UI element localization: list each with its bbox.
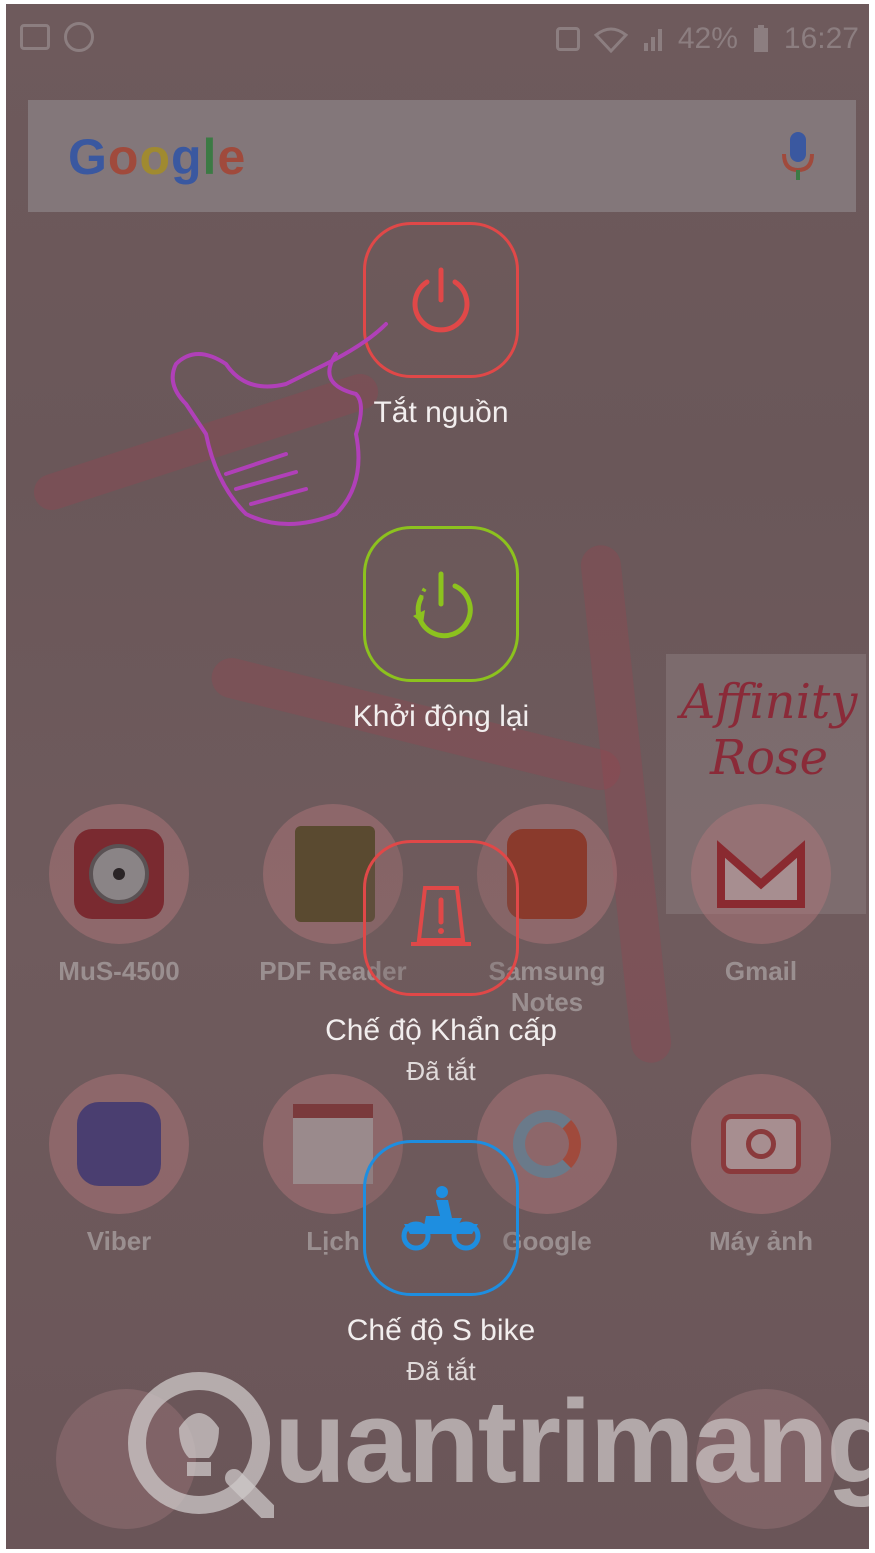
motorbike-icon [401, 1186, 481, 1251]
sbike-mode-label: Chế độ S bike [346, 1314, 536, 1347]
status-left-icons [20, 22, 94, 52]
app-viber[interactable]: Viber [44, 1074, 194, 1257]
script-line-1: Affinity [680, 674, 858, 730]
wifi-icon [593, 27, 628, 53]
app-gmail[interactable]: Gmail [686, 804, 836, 987]
camera-lens-icon [49, 804, 189, 944]
status-right: 42% 16:27 [555, 22, 859, 56]
emergency-mode-status: Đã tắt [406, 1056, 476, 1086]
app-label: MuS-4500 [58, 956, 180, 986]
camera-icon [691, 1074, 831, 1214]
watermark: uantrimang [124, 1372, 869, 1518]
power-icon [412, 267, 470, 333]
watermark-text: uantrimang [274, 1376, 869, 1508]
sbike-mode-button[interactable] [363, 1140, 519, 1296]
script-line-2: Rose [709, 730, 829, 786]
app-mus4500[interactable]: MuS-4500 [44, 804, 194, 987]
restart-icon [413, 571, 473, 639]
clock: 16:27 [783, 22, 859, 55]
app-label: Máy ảnh [708, 1226, 814, 1256]
viber-icon [49, 1074, 189, 1214]
sbike-mode-option[interactable]: Chế độ S bike Đã tắt [306, 1140, 576, 1387]
lightbulb-logo-icon [128, 1372, 274, 1518]
app-camera[interactable]: Máy ảnh [686, 1074, 836, 1257]
app-label: Viber [86, 1226, 152, 1256]
hand-pointer-icon [170, 322, 388, 526]
messenger-notification-icon [64, 22, 94, 52]
battery-icon [753, 25, 768, 52]
status-bar: 42% 16:27 [6, 4, 869, 74]
signal-icon [643, 29, 662, 51]
gmail-icon [691, 804, 831, 944]
google-logo: Google [68, 129, 247, 185]
gallery-notification-icon [20, 24, 50, 50]
restart-label: Khởi động lại [352, 700, 530, 733]
warning-light-icon [411, 886, 471, 946]
battery-percent: 42% [677, 22, 738, 55]
google-search-bar[interactable]: Google [28, 100, 856, 212]
alarm-icon [555, 27, 580, 51]
restart-button[interactable] [363, 526, 519, 682]
emergency-mode-button[interactable] [363, 840, 519, 996]
mic-icon[interactable] [780, 130, 816, 184]
phone-screen: Affinity Rose 42% 16:27 Google MuS-4500 … [6, 4, 869, 1549]
wallpaper-script-text: Affinity Rose [674, 674, 864, 786]
restart-option[interactable]: Khởi động lại [306, 526, 576, 734]
emergency-mode-label: Chế độ Khẩn cấp [325, 1014, 557, 1047]
app-label: Gmail [724, 956, 798, 986]
emergency-mode-option[interactable]: Chế độ Khẩn cấp Đã tắt [306, 840, 576, 1087]
